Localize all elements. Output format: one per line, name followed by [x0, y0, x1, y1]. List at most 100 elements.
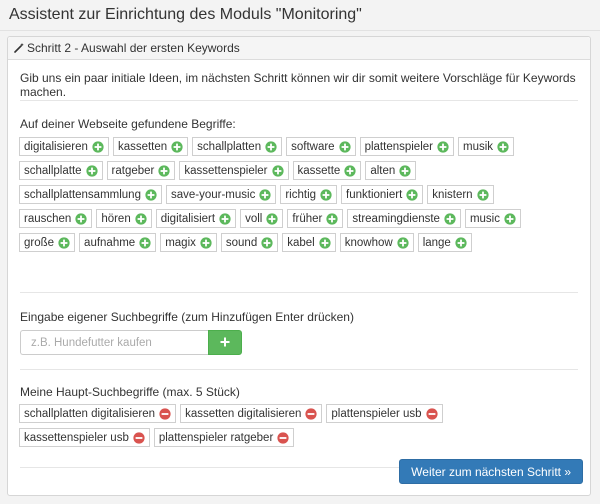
found-term-tag-label: schallplatte	[24, 164, 82, 177]
page-title: Assistent zur Einrichtung des Moduls "Mo…	[9, 6, 362, 23]
panel-heading-text: Schritt 2 - Auswahl der ersten Keywords	[27, 41, 240, 55]
found-term-tag[interactable]: kabel	[282, 233, 336, 252]
plus-circle-icon[interactable]	[58, 236, 70, 249]
plus-circle-icon[interactable]	[92, 140, 104, 153]
plus-circle-icon[interactable]	[135, 212, 147, 225]
found-term-tag[interactable]: digitalisiert	[155, 209, 237, 228]
found-term-tag[interactable]: lange	[417, 233, 472, 252]
plus-circle-icon[interactable]	[326, 212, 338, 225]
next-step-button[interactable]: Weiter zum nächsten Schritt »	[399, 459, 583, 484]
found-term-tag-label: kassettenspieler	[184, 164, 268, 177]
plus-circle-icon[interactable]	[319, 236, 331, 249]
found-term-tag[interactable]: früher	[287, 209, 344, 228]
found-term-tag[interactable]: schallplattensammlung	[19, 185, 162, 204]
main-term-tag-label: kassetten digitalisieren	[185, 407, 302, 420]
main-term-tag[interactable]: plattenspieler usb	[326, 404, 443, 423]
found-term-tag[interactable]: aufnahme	[79, 233, 157, 252]
found-term-tag[interactable]: schallplatte	[19, 161, 103, 180]
found-term-tag-label: ratgeber	[111, 164, 155, 177]
found-term-tag-label: save-your-music	[170, 188, 256, 201]
plus-circle-icon[interactable]	[406, 188, 418, 201]
found-term-tag-label: digitalisiert	[160, 212, 216, 225]
plus-circle-icon[interactable]	[397, 236, 409, 249]
plus-circle-icon[interactable]	[261, 236, 273, 249]
found-term-tag-label: musik	[462, 140, 494, 153]
found-term-tag-label: früher	[292, 212, 323, 225]
plus-circle-icon[interactable]	[504, 212, 516, 225]
found-term-tag[interactable]: magix	[160, 233, 217, 252]
plus-circle-icon[interactable]	[158, 164, 170, 177]
magic-wand-icon	[14, 43, 24, 53]
found-term-tag[interactable]: funktioniert	[341, 185, 424, 204]
plus-circle-icon[interactable]	[259, 188, 271, 201]
plus-circle-icon[interactable]	[497, 140, 509, 153]
main-term-tag[interactable]: schallplatten digitalisieren	[19, 404, 177, 423]
plus-icon	[220, 336, 230, 350]
plus-circle-icon[interactable]	[139, 236, 151, 249]
minus-circle-icon[interactable]	[425, 407, 438, 420]
minus-circle-icon[interactable]	[159, 407, 171, 420]
found-term-tag[interactable]: software	[286, 137, 356, 156]
found-term-tag-label: kassetten	[117, 140, 168, 153]
found-term-tag[interactable]: kassettenspieler	[179, 161, 289, 180]
minus-circle-icon[interactable]	[305, 407, 318, 420]
found-term-tag[interactable]: schallplatten	[192, 137, 283, 156]
found-term-tag-label: music	[469, 212, 500, 225]
plus-circle-icon[interactable]	[320, 188, 332, 201]
found-term-tag-label: plattenspieler	[364, 140, 433, 153]
found-term-tag[interactable]: rauschen	[19, 209, 93, 228]
found-term-tag[interactable]: richtig	[280, 185, 338, 204]
found-term-tag-label: aufnahme	[84, 236, 136, 249]
found-term-tag-label: schallplatten	[197, 140, 262, 153]
plus-circle-icon[interactable]	[455, 236, 467, 249]
found-term-tag[interactable]: musik	[457, 137, 515, 156]
plus-circle-icon[interactable]	[171, 140, 183, 153]
found-term-tag[interactable]: save-your-music	[165, 185, 277, 204]
found-terms-list: digitalisieren kassetten schallplatten soft…	[19, 137, 559, 252]
minus-circle-icon[interactable]	[133, 431, 145, 444]
found-term-tag[interactable]: kassetten	[112, 137, 189, 156]
found-term-tag[interactable]: knowhow	[339, 233, 414, 252]
plus-circle-icon[interactable]	[399, 164, 411, 177]
intro-text: Gib uns ein paar initiale Ideen, im näch…	[20, 71, 576, 99]
found-term-tag-label: richtig	[285, 188, 317, 201]
found-term-tag[interactable]: music	[464, 209, 521, 228]
found-term-tag-label: voll	[245, 212, 263, 225]
plus-circle-icon[interactable]	[266, 212, 278, 225]
found-term-tag[interactable]: sound	[220, 233, 279, 252]
plus-circle-icon[interactable]	[200, 236, 212, 249]
found-terms-label: Auf deiner Webseite gefundene Begriffe:	[20, 117, 236, 131]
found-term-tag[interactable]: digitalisieren	[19, 137, 109, 156]
main-term-tag[interactable]: plattenspieler ratgeber	[153, 428, 295, 447]
found-term-tag-label: lange	[422, 236, 451, 249]
found-term-tag[interactable]: hören	[96, 209, 152, 228]
custom-term-input-group	[20, 330, 242, 355]
minus-circle-icon[interactable]	[277, 431, 289, 444]
plus-circle-icon[interactable]	[75, 212, 87, 225]
plus-circle-icon[interactable]	[219, 212, 231, 225]
plus-circle-icon[interactable]	[145, 188, 157, 201]
found-term-tag[interactable]: knistern	[427, 185, 494, 204]
found-term-tag-label: digitalisieren	[24, 140, 88, 153]
plus-circle-icon[interactable]	[344, 164, 356, 177]
plus-circle-icon[interactable]	[271, 164, 284, 177]
plus-circle-icon[interactable]	[476, 188, 489, 201]
custom-input-label: Eingabe eigener Suchbegriffe (zum Hinzuf…	[20, 310, 354, 324]
found-term-tag[interactable]: streamingdienste	[347, 209, 461, 228]
plus-circle-icon[interactable]	[265, 140, 277, 153]
found-term-tag[interactable]: alten	[365, 161, 417, 180]
custom-term-input[interactable]	[20, 330, 208, 355]
plus-circle-icon[interactable]	[437, 140, 449, 153]
main-term-tag-label: plattenspieler ratgeber	[158, 431, 274, 444]
found-term-tag[interactable]: ratgeber	[106, 161, 176, 180]
found-term-tag[interactable]: plattenspieler	[359, 137, 454, 156]
found-term-tag[interactable]: voll	[240, 209, 284, 228]
found-term-tag[interactable]: große	[19, 233, 76, 252]
main-term-tag[interactable]: kassettenspieler usb	[19, 428, 150, 447]
found-term-tag[interactable]: kassette	[292, 161, 362, 180]
add-term-button[interactable]	[208, 330, 242, 355]
main-term-tag[interactable]: kassetten digitalisieren	[180, 404, 323, 423]
plus-circle-icon[interactable]	[338, 140, 351, 153]
plus-circle-icon[interactable]	[444, 212, 456, 225]
plus-circle-icon[interactable]	[85, 164, 98, 177]
